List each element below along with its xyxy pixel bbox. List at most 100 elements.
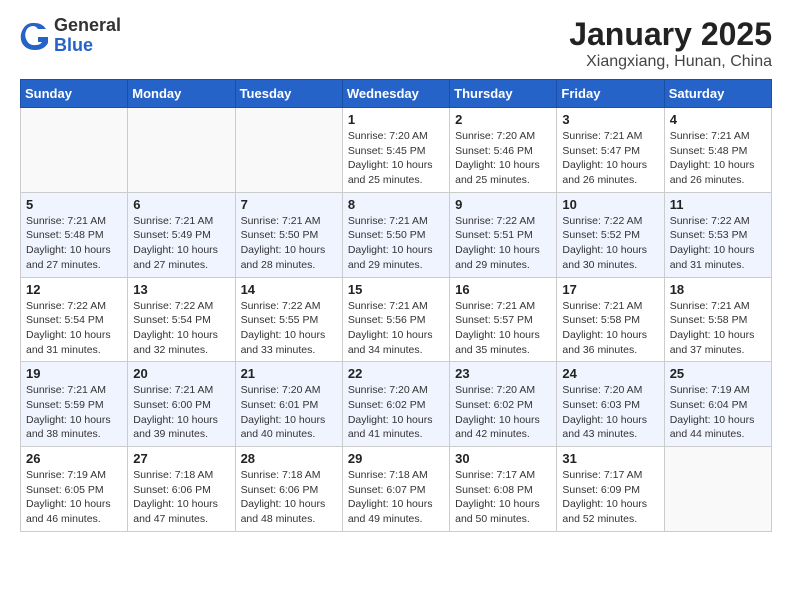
day-info: Sunrise: 7:21 AMSunset: 5:56 PMDaylight:… — [348, 299, 444, 358]
day-number: 18 — [670, 282, 766, 297]
calendar-day-cell: 23 Sunrise: 7:20 AMSunset: 6:02 PMDayligh… — [450, 362, 557, 447]
logo-text: General Blue — [54, 16, 121, 56]
day-info: Sunrise: 7:20 AMSunset: 6:02 PMDaylight:… — [455, 383, 551, 442]
day-number: 29 — [348, 451, 444, 466]
day-number: 1 — [348, 112, 444, 127]
day-number: 14 — [241, 282, 337, 297]
calendar-day-cell: 16Sunrise: 7:21 AMSunset: 5:57 PMDayligh… — [450, 277, 557, 362]
day-info: Sunrise: 7:18 AMSunset: 6:06 PMDaylight:… — [241, 468, 337, 527]
logo-icon — [20, 21, 50, 51]
calendar-week-row: 19 Sunrise: 7:21 AMSunset: 5:59 PMDayligh… — [21, 362, 772, 447]
calendar-day-cell: 31Sunrise: 7:17 AMSunset: 6:09 PMDayligh… — [557, 447, 664, 532]
calendar-day-cell: 20 Sunrise: 7:21 AMSunset: 6:00 PMDayligh… — [128, 362, 235, 447]
day-info: Sunrise: 7:21 AMSunset: 6:00 PMDaylight:… — [133, 383, 229, 442]
calendar-day-cell: 7Sunrise: 7:21 AMSunset: 5:50 PMDaylight… — [235, 192, 342, 277]
logo-general: General — [54, 16, 121, 36]
calendar-day-cell — [664, 447, 771, 532]
calendar-day-cell: 4 Sunrise: 7:21 AMSunset: 5:48 PMDaylight… — [664, 108, 771, 193]
calendar-day-cell: 10 Sunrise: 7:22 AMSunset: 5:52 PMDayligh… — [557, 192, 664, 277]
calendar-week-row: 5 Sunrise: 7:21 AMSunset: 5:48 PMDaylight… — [21, 192, 772, 277]
day-info: Sunrise: 7:22 AMSunset: 5:55 PMDaylight:… — [241, 299, 337, 358]
day-info: Sunrise: 7:21 AMSunset: 5:50 PMDaylight:… — [348, 214, 444, 273]
calendar-day-cell: 5 Sunrise: 7:21 AMSunset: 5:48 PMDaylight… — [21, 192, 128, 277]
calendar-day-cell: 14 Sunrise: 7:22 AMSunset: 5:55 PMDayligh… — [235, 277, 342, 362]
weekday-header: Friday — [557, 80, 664, 108]
day-info: Sunrise: 7:19 AMSunset: 6:05 PMDaylight:… — [26, 468, 122, 527]
calendar-day-cell: 15 Sunrise: 7:21 AMSunset: 5:56 PMDayligh… — [342, 277, 449, 362]
day-info: Sunrise: 7:21 AMSunset: 5:59 PMDaylight:… — [26, 383, 122, 442]
calendar-header-row: SundayMondayTuesdayWednesdayThursdayFrid… — [21, 80, 772, 108]
calendar-day-cell: 29 Sunrise: 7:18 AMSunset: 6:07 PMDayligh… — [342, 447, 449, 532]
calendar-day-cell — [21, 108, 128, 193]
calendar-day-cell: 6 Sunrise: 7:21 AMSunset: 5:49 PMDaylight… — [128, 192, 235, 277]
day-number: 2 — [455, 112, 551, 127]
day-info: Sunrise: 7:17 AMSunset: 6:09 PMDaylight:… — [562, 468, 658, 527]
calendar-day-cell: 19 Sunrise: 7:21 AMSunset: 5:59 PMDayligh… — [21, 362, 128, 447]
day-number: 25 — [670, 366, 766, 381]
day-number: 10 — [562, 197, 658, 212]
day-info: Sunrise: 7:21 AMSunset: 5:47 PMDaylight:… — [562, 129, 658, 188]
day-number: 30 — [455, 451, 551, 466]
day-info: Sunrise: 7:21 AMSunset: 5:49 PMDaylight:… — [133, 214, 229, 273]
day-number: 22 — [348, 366, 444, 381]
day-info: Sunrise: 7:20 AMSunset: 6:01 PMDaylight:… — [241, 383, 337, 442]
calendar-week-row: 12 Sunrise: 7:22 AMSunset: 5:54 PMDayligh… — [21, 277, 772, 362]
day-number: 6 — [133, 197, 229, 212]
calendar-title: January 2025 — [569, 16, 772, 53]
day-info: Sunrise: 7:21 AMSunset: 5:58 PMDaylight:… — [562, 299, 658, 358]
day-info: Sunrise: 7:18 AMSunset: 6:07 PMDaylight:… — [348, 468, 444, 527]
calendar-day-cell: 2Sunrise: 7:20 AMSunset: 5:46 PMDaylight… — [450, 108, 557, 193]
day-info: Sunrise: 7:21 AMSunset: 5:58 PMDaylight:… — [670, 299, 766, 358]
day-number: 5 — [26, 197, 122, 212]
day-number: 8 — [348, 197, 444, 212]
day-info: Sunrise: 7:20 AMSunset: 5:45 PMDaylight:… — [348, 129, 444, 188]
day-info: Sunrise: 7:21 AMSunset: 5:50 PMDaylight:… — [241, 214, 337, 273]
calendar-day-cell: 25Sunrise: 7:19 AMSunset: 6:04 PMDayligh… — [664, 362, 771, 447]
calendar-day-cell — [235, 108, 342, 193]
calendar-subtitle: Xiangxiang, Hunan, China — [569, 53, 772, 71]
calendar-day-cell: 11Sunrise: 7:22 AMSunset: 5:53 PMDayligh… — [664, 192, 771, 277]
day-info: Sunrise: 7:17 AMSunset: 6:08 PMDaylight:… — [455, 468, 551, 527]
day-info: Sunrise: 7:20 AMSunset: 6:03 PMDaylight:… — [562, 383, 658, 442]
weekday-header: Saturday — [664, 80, 771, 108]
weekday-header: Thursday — [450, 80, 557, 108]
day-number: 4 — [670, 112, 766, 127]
day-info: Sunrise: 7:21 AMSunset: 5:48 PMDaylight:… — [26, 214, 122, 273]
calendar-day-cell: 13 Sunrise: 7:22 AMSunset: 5:54 PMDayligh… — [128, 277, 235, 362]
weekday-header: Monday — [128, 80, 235, 108]
day-info: Sunrise: 7:22 AMSunset: 5:54 PMDaylight:… — [26, 299, 122, 358]
logo-blue: Blue — [54, 36, 121, 56]
day-info: Sunrise: 7:22 AMSunset: 5:52 PMDaylight:… — [562, 214, 658, 273]
day-number: 26 — [26, 451, 122, 466]
calendar-day-cell: 9Sunrise: 7:22 AMSunset: 5:51 PMDaylight… — [450, 192, 557, 277]
page: General Blue January 2025 Xiangxiang, Hu… — [0, 0, 792, 548]
calendar-week-row: 1 Sunrise: 7:20 AMSunset: 5:45 PMDaylight… — [21, 108, 772, 193]
calendar-day-cell: 30 Sunrise: 7:17 AMSunset: 6:08 PMDayligh… — [450, 447, 557, 532]
day-info: Sunrise: 7:20 AMSunset: 6:02 PMDaylight:… — [348, 383, 444, 442]
calendar-day-cell: 26 Sunrise: 7:19 AMSunset: 6:05 PMDayligh… — [21, 447, 128, 532]
day-number: 24 — [562, 366, 658, 381]
day-number: 20 — [133, 366, 229, 381]
calendar-day-cell — [128, 108, 235, 193]
calendar-day-cell: 24 Sunrise: 7:20 AMSunset: 6:03 PMDayligh… — [557, 362, 664, 447]
day-number: 13 — [133, 282, 229, 297]
calendar-day-cell: 3Sunrise: 7:21 AMSunset: 5:47 PMDaylight… — [557, 108, 664, 193]
calendar-day-cell: 27Sunrise: 7:18 AMSunset: 6:06 PMDayligh… — [128, 447, 235, 532]
day-number: 12 — [26, 282, 122, 297]
weekday-header: Sunday — [21, 80, 128, 108]
day-info: Sunrise: 7:22 AMSunset: 5:54 PMDaylight:… — [133, 299, 229, 358]
day-number: 15 — [348, 282, 444, 297]
day-number: 28 — [241, 451, 337, 466]
title-area: January 2025 Xiangxiang, Hunan, China — [569, 16, 772, 71]
day-number: 23 — [455, 366, 551, 381]
calendar-day-cell: 17 Sunrise: 7:21 AMSunset: 5:58 PMDayligh… — [557, 277, 664, 362]
day-info: Sunrise: 7:22 AMSunset: 5:51 PMDaylight:… — [455, 214, 551, 273]
calendar-table: SundayMondayTuesdayWednesdayThursdayFrid… — [20, 79, 772, 532]
header: General Blue January 2025 Xiangxiang, Hu… — [20, 16, 772, 71]
day-number: 17 — [562, 282, 658, 297]
day-number: 27 — [133, 451, 229, 466]
weekday-header: Wednesday — [342, 80, 449, 108]
day-info: Sunrise: 7:21 AMSunset: 5:48 PMDaylight:… — [670, 129, 766, 188]
day-info: Sunrise: 7:22 AMSunset: 5:53 PMDaylight:… — [670, 214, 766, 273]
day-number: 19 — [26, 366, 122, 381]
